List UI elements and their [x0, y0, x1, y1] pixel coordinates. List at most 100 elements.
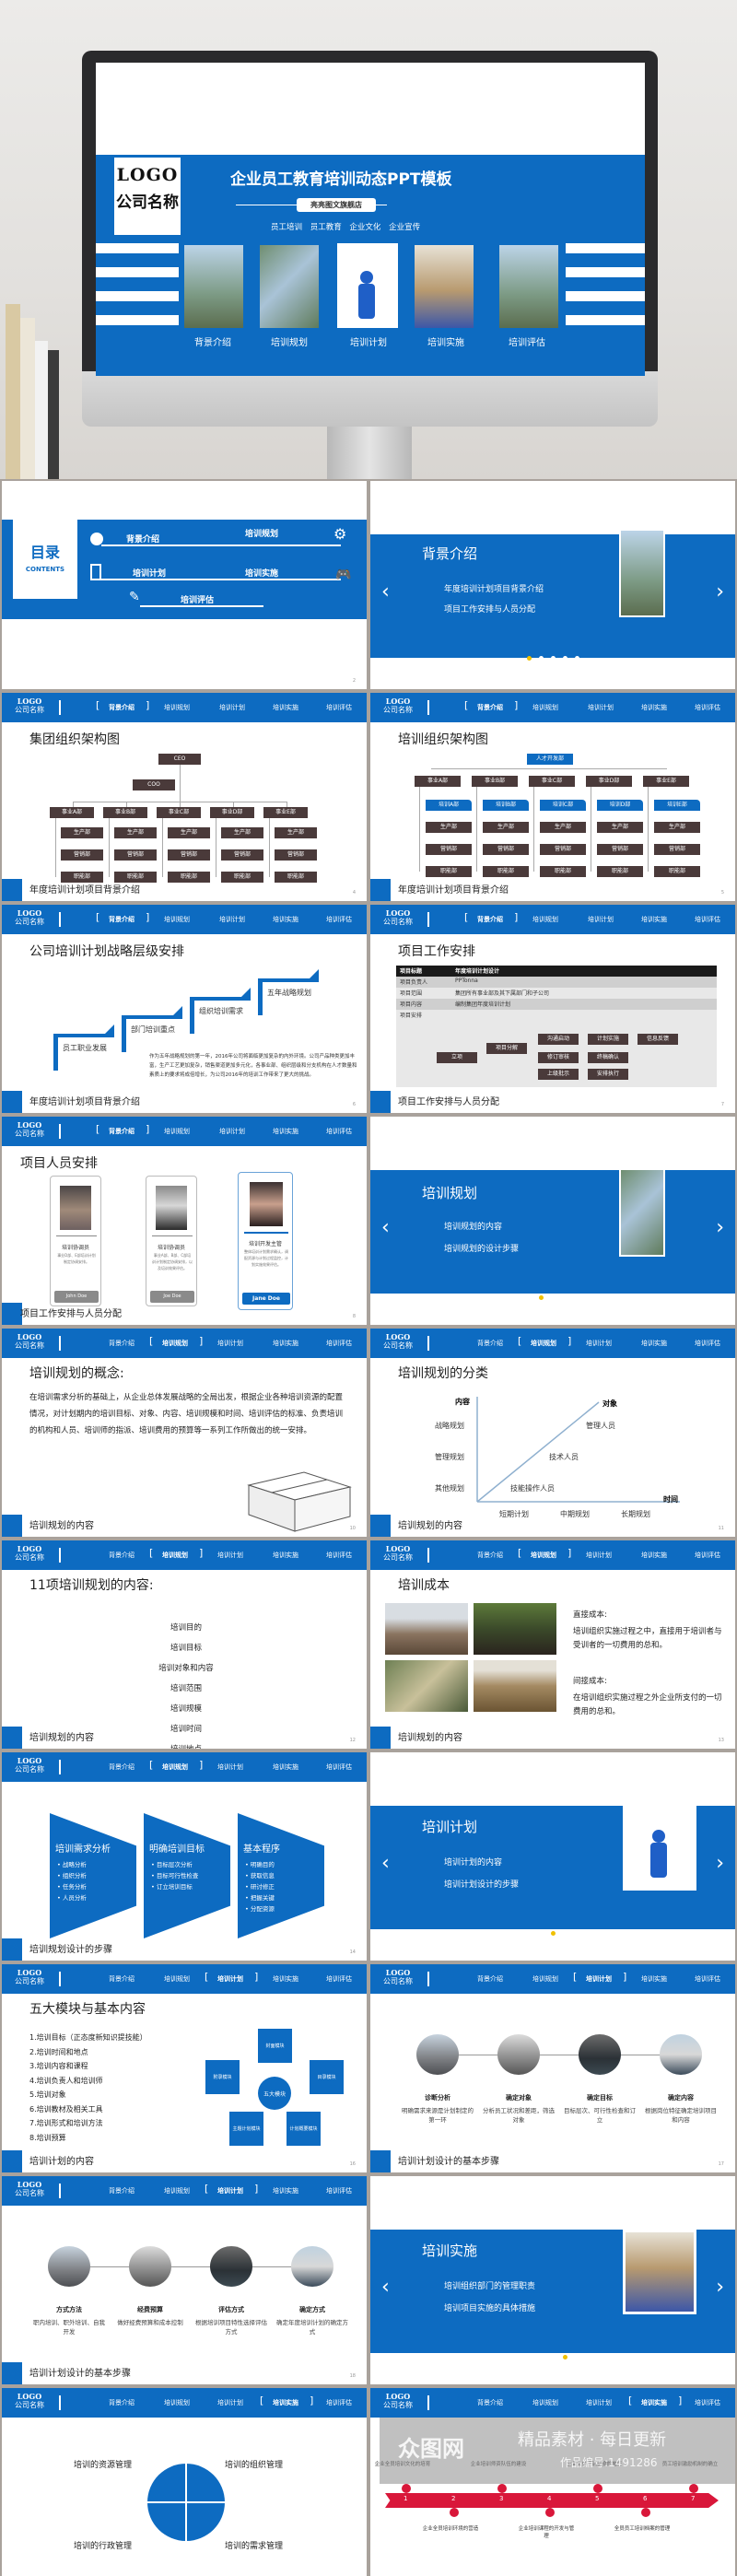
nav-item[interactable]: 培训计划 [588, 915, 614, 924]
nav-item[interactable]: 背景介绍 [109, 2186, 135, 2195]
nav-item-active[interactable]: 背景介绍 [477, 915, 503, 924]
nav-item[interactable]: 培训计划 [586, 2398, 612, 2407]
nav-item[interactable]: 培训实施 [641, 703, 667, 712]
carousel-dot[interactable] [562, 1295, 567, 1300]
prev-arrow-icon[interactable]: ‹ [381, 2276, 390, 2299]
carousel-dot[interactable] [574, 2355, 579, 2359]
nav-item[interactable]: 培训计划 [219, 915, 245, 924]
nav-item[interactable]: 培训评估 [326, 2398, 352, 2407]
nav-item[interactable]: 背景介绍 [109, 2398, 135, 2407]
prev-arrow-icon[interactable]: ‹ [381, 580, 390, 603]
nav-item-active[interactable]: 背景介绍 [477, 703, 503, 712]
prev-arrow-icon[interactable]: ‹ [381, 1852, 390, 1875]
person-card-selected[interactable]: 培训开发主管 整体培训计划需求确认，调配资源与计划过程监控，计划实施效果评估。 … [238, 1172, 293, 1310]
toc-item[interactable]: 背景介绍 [126, 533, 159, 544]
nav-item-active[interactable]: 培训规划 [162, 1339, 188, 1348]
nav-item[interactable]: 背景介绍 [109, 1974, 135, 1984]
nav-item[interactable]: 培训计划 [586, 1551, 612, 1560]
nav-item[interactable]: 背景介绍 [109, 1339, 135, 1348]
carousel-dot[interactable] [538, 1931, 544, 1936]
carousel-dot[interactable] [550, 656, 556, 661]
nav-item[interactable]: 培训计划 [588, 703, 614, 712]
person-card[interactable]: 培训协调员 事业D部、E部培训计划制定协调安排。 John Doe [50, 1176, 101, 1306]
person-name-button[interactable]: Jane Doe [242, 1293, 290, 1305]
nav-item[interactable]: 培训实施 [273, 915, 298, 924]
toc-item[interactable]: 培训评估 [181, 593, 214, 605]
nav-item[interactable]: 培训实施 [641, 915, 667, 924]
nav-item[interactable]: 培训评估 [326, 1762, 352, 1772]
next-arrow-icon[interactable]: › [716, 580, 724, 603]
carousel-dot[interactable] [574, 1295, 579, 1300]
nav-item-active[interactable]: 培训实施 [273, 2398, 298, 2407]
carousel-dot[interactable] [526, 2355, 532, 2359]
carousel-dot[interactable] [538, 656, 544, 661]
next-arrow-icon[interactable]: › [716, 1852, 724, 1875]
carousel-dot[interactable] [574, 656, 579, 661]
person-name-button[interactable]: John Doe [54, 1291, 99, 1303]
nav-item-active[interactable]: 培训规划 [162, 1551, 188, 1560]
nav-item[interactable]: 培训规划 [164, 915, 190, 924]
nav-item[interactable]: 培训实施 [273, 1551, 298, 1560]
carousel-dot[interactable] [538, 1295, 544, 1300]
nav-item[interactable]: 培训规划 [164, 2398, 190, 2407]
nav-item[interactable]: 培训计划 [219, 1127, 245, 1136]
nav-item[interactable]: 培训规划 [164, 1127, 190, 1136]
nav-item[interactable]: 培训实施 [273, 1127, 298, 1136]
nav-item[interactable]: 培训规划 [532, 703, 558, 712]
toc-item[interactable]: 培训规划 [245, 527, 278, 539]
carousel-dot[interactable] [526, 1295, 532, 1300]
nav-item[interactable]: 培训规划 [532, 915, 558, 924]
nav-item-active[interactable]: 培训实施 [641, 2398, 667, 2407]
nav-item[interactable]: 培训实施 [273, 1974, 298, 1984]
nav-item[interactable]: 培训实施 [273, 1339, 298, 1348]
carousel-dot[interactable] [550, 2355, 556, 2359]
nav-item[interactable]: 培训实施 [273, 1762, 298, 1772]
nav-item[interactable]: 培训实施 [273, 2186, 298, 2195]
carousel-dot[interactable] [562, 2355, 567, 2359]
carousel-dot[interactable] [562, 1931, 567, 1936]
nav-item[interactable]: 培训评估 [695, 1974, 720, 1984]
nav-item[interactable]: 培训评估 [326, 2186, 352, 2195]
carousel-dot[interactable] [550, 1295, 556, 1300]
nav-item[interactable]: 培训计划 [217, 1339, 243, 1348]
nav-item[interactable]: 培训计划 [219, 703, 245, 712]
carousel-dot[interactable] [550, 1931, 556, 1936]
nav-item[interactable]: 培训计划 [217, 2398, 243, 2407]
person-card[interactable]: 培训协调员 事业A部、B部、C部培训计划制定协调安排，以及培训效果评估。 Joe… [146, 1176, 197, 1306]
carousel-dot[interactable] [526, 1931, 532, 1936]
nav-item[interactable]: 培训评估 [326, 1339, 352, 1348]
nav-item[interactable]: 培训实施 [641, 1551, 667, 1560]
nav-item[interactable]: 培训评估 [695, 703, 720, 712]
nav-item[interactable]: 培训计划 [217, 1762, 243, 1772]
nav-item[interactable]: 培训规划 [164, 2186, 190, 2195]
carousel-dot[interactable] [562, 656, 567, 661]
nav-item-active[interactable]: 培训规划 [531, 1551, 556, 1560]
nav-item[interactable]: 背景介绍 [477, 2398, 503, 2407]
next-arrow-icon[interactable]: › [716, 1216, 724, 1239]
nav-item[interactable]: 培训评估 [695, 1551, 720, 1560]
nav-item[interactable]: 培训规划 [164, 1974, 190, 1984]
nav-item[interactable]: 背景介绍 [109, 1551, 135, 1560]
nav-item[interactable]: 培训规划 [532, 1974, 558, 1984]
nav-item[interactable]: 培训评估 [326, 703, 352, 712]
prev-arrow-icon[interactable]: ‹ [381, 1216, 390, 1239]
nav-item-active[interactable]: 培训规划 [162, 1762, 188, 1772]
nav-item-active[interactable]: 背景介绍 [109, 703, 135, 712]
carousel-dot[interactable] [526, 656, 532, 661]
next-arrow-icon[interactable]: › [716, 2276, 724, 2299]
nav-item[interactable]: 培训评估 [695, 915, 720, 924]
nav-item[interactable]: 培训评估 [326, 1551, 352, 1560]
nav-item[interactable]: 培训计划 [217, 1551, 243, 1560]
nav-item-active[interactable]: 培训计划 [217, 1974, 243, 1984]
carousel-dot[interactable] [574, 1931, 579, 1936]
nav-item[interactable]: 培训规划 [164, 703, 190, 712]
nav-item[interactable]: 培训评估 [695, 2398, 720, 2407]
nav-item[interactable]: 培训规划 [532, 2398, 558, 2407]
nav-item[interactable]: 培训评估 [326, 1127, 352, 1136]
nav-item[interactable]: 培训实施 [641, 1974, 667, 1984]
toc-item[interactable]: 培训计划 [133, 567, 166, 579]
nav-item[interactable]: 背景介绍 [477, 1551, 503, 1560]
nav-item-active[interactable]: 培训计划 [586, 1974, 612, 1984]
nav-item[interactable]: 背景介绍 [477, 1974, 503, 1984]
toc-item[interactable]: 培训实施 [245, 567, 278, 579]
